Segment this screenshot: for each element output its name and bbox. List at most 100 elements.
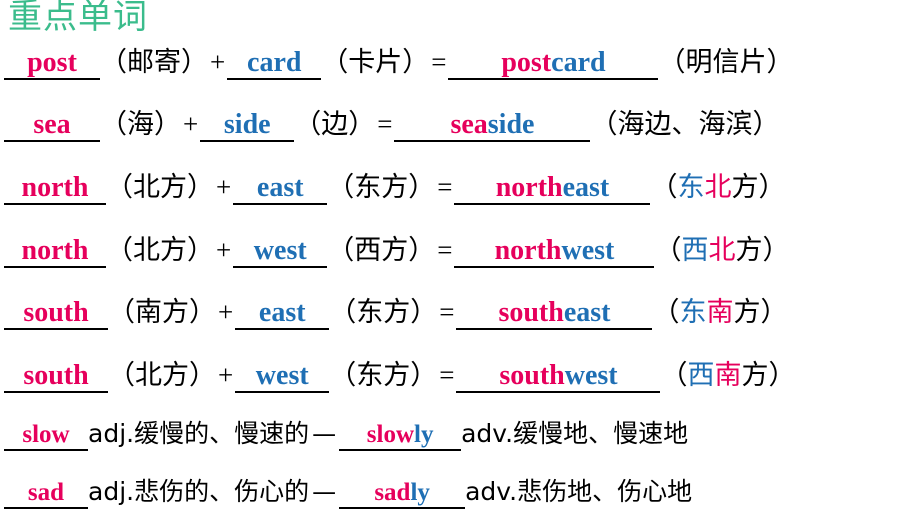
slide-canvas: 重点单词 post （邮寄） + card （卡片） = postcard （明… <box>0 0 920 517</box>
blank-word2-northwest[interactable]: west <box>233 236 328 269</box>
blank-word1-northwest[interactable]: north <box>4 236 106 269</box>
gloss-word1-slowly: 缓慢的、慢速的 <box>134 419 310 448</box>
result-part-a-slowly: slow <box>366 421 414 448</box>
result-part-a-southeast: south <box>498 297 564 328</box>
blank-result-northwest[interactable]: northwest <box>454 235 655 269</box>
blank-result-northeast[interactable]: northeast <box>454 172 651 206</box>
gloss-char3-northwest: 方 <box>735 235 763 265</box>
blank-word1-slowly[interactable]: slow <box>4 421 88 452</box>
plus-sign-northwest: + <box>216 235 232 265</box>
blank-word2-southeast[interactable]: east <box>235 298 330 331</box>
result-part-a-seaside: sea <box>450 109 488 140</box>
gloss-word1-southwest: （北方） <box>108 360 216 390</box>
result-part-b-slowly: ly <box>414 421 434 448</box>
plus-sign-southwest: + <box>218 360 234 390</box>
pos-word1-slowly: adj. <box>88 419 135 448</box>
gloss-result-sadly: 悲伤地、伤心地 <box>517 477 693 506</box>
gloss-word2-southeast: （东方） <box>329 297 438 327</box>
blank-word1-postcard[interactable]: post <box>4 48 100 81</box>
result-part-b-postcard: card <box>551 47 606 78</box>
blank-word1-southwest[interactable]: south <box>4 361 108 394</box>
blank-result-sadly[interactable]: sadly <box>339 479 466 510</box>
blank-result-slowly[interactable]: slowly <box>339 421 462 452</box>
gloss-word2-seaside: （边） <box>294 109 376 139</box>
result-part-a-sadly: sad <box>374 479 411 506</box>
gloss-word1-seaside: （海） <box>100 109 181 139</box>
result-part-a-southwest: south <box>499 360 565 391</box>
equals-sign-postcard: = <box>431 47 447 77</box>
word-row-northeast: north （北方） + east （东方） = northeast （东北方） <box>0 165 920 206</box>
pos-result-sadly: adv. <box>465 477 518 506</box>
blank-word2-northeast[interactable]: east <box>233 173 328 206</box>
equals-sign-southwest: = <box>439 360 455 390</box>
gloss-char2-northwest: 北 <box>708 235 736 265</box>
gloss-word2-northeast: （东方） <box>327 172 436 202</box>
equals-sign-northwest: = <box>437 235 453 265</box>
result-part-a-northwest: north <box>494 235 562 266</box>
pos-word1-sadly: adj. <box>88 477 135 506</box>
gloss-result-slowly: 缓慢地、慢速地 <box>513 419 689 448</box>
word-row-sadly: sad adj. 悲伤的、伤心的 — sadly adv. 悲伤地、伤心地 <box>0 472 920 510</box>
gloss-word2-northwest: （西方） <box>327 235 436 265</box>
blank-word2-southwest[interactable]: west <box>235 361 330 394</box>
blank-word2-seaside[interactable]: side <box>200 110 295 143</box>
gloss-word1-northeast: （北方） <box>106 172 214 202</box>
word-row-southwest: south （北方） + west （东方） = southwest （西南方） <box>0 353 920 394</box>
paren-close-northwest: ） <box>762 235 790 265</box>
dash-slowly: — <box>312 420 337 448</box>
gloss-char3-southeast: 方 <box>733 297 761 327</box>
gloss-word2-postcard: （卡片） <box>321 47 430 77</box>
equals-sign-seaside: = <box>377 109 393 139</box>
word-row-northwest: north （北方） + west （西方） = northwest （西北方） <box>0 228 920 269</box>
gloss-char3-southwest: 方 <box>741 360 769 390</box>
gloss-char1-southeast: 东 <box>679 297 707 327</box>
gloss-word1-southeast: （南方） <box>108 297 216 327</box>
equals-sign-northeast: = <box>437 172 453 202</box>
gloss-word2-southwest: （东方） <box>329 360 438 390</box>
blank-word1-seaside[interactable]: sea <box>4 110 100 143</box>
blank-word1-northeast[interactable]: north <box>4 173 106 206</box>
gloss-word1-postcard: （邮寄） <box>100 47 208 77</box>
gloss-result-seaside: （海边、海滨） <box>590 109 780 139</box>
word-row-southeast: south （南方） + east （东方） = southeast （东南方） <box>0 290 920 331</box>
gloss-char3-northeast: 方 <box>731 172 759 202</box>
gloss-word1-sadly: 悲伤的、伤心的 <box>134 477 310 506</box>
gloss-char1-southwest: 西 <box>687 360 715 390</box>
blank-word1-sadly[interactable]: sad <box>4 479 88 510</box>
gloss-result-northeast: （东北方） <box>650 165 785 204</box>
result-part-b-seaside: side <box>487 109 535 140</box>
word-row-postcard: post （邮寄） + card （卡片） = postcard （明信片） <box>0 40 920 81</box>
gloss-char2-southeast: 南 <box>706 297 734 327</box>
gloss-char2-southwest: 南 <box>714 360 742 390</box>
gloss-char2-northeast: 北 <box>704 172 732 202</box>
gloss-result-northwest: （西北方） <box>654 228 789 267</box>
paren-close-southwest: ） <box>768 360 796 390</box>
word-row-seaside: sea （海） + side （边） = seaside （海边、海滨） <box>0 102 920 143</box>
blank-result-southeast[interactable]: southeast <box>456 297 653 331</box>
blank-word1-southeast[interactable]: south <box>4 298 108 331</box>
plus-sign-postcard: + <box>210 47 226 77</box>
plus-sign-northeast: + <box>216 172 232 202</box>
pos-result-slowly: adv. <box>461 419 514 448</box>
dash-sadly: — <box>312 478 337 506</box>
plus-sign-seaside: + <box>183 109 199 139</box>
paren-open-southeast: （ <box>652 297 680 327</box>
result-part-a-northeast: north <box>495 172 563 203</box>
result-part-b-sadly: ly <box>410 479 430 506</box>
paren-close-southeast: ） <box>760 297 788 327</box>
gloss-char1-northeast: 东 <box>677 172 705 202</box>
paren-open-southwest: （ <box>660 360 688 390</box>
gloss-result-southwest: （西南方） <box>660 353 795 392</box>
blank-word2-postcard[interactable]: card <box>227 48 322 81</box>
gloss-result-postcard: （明信片） <box>658 47 794 77</box>
word-row-slowly: slow adj. 缓慢的、慢速的 — slowly adv. 缓慢地、慢速地 <box>0 414 920 452</box>
blank-result-postcard[interactable]: postcard <box>448 47 659 81</box>
equals-sign-southeast: = <box>439 297 455 327</box>
result-part-b-northwest: west <box>561 235 615 266</box>
blank-result-southwest[interactable]: southwest <box>456 360 661 394</box>
blank-result-seaside[interactable]: seaside <box>394 109 591 143</box>
gloss-word1-northwest: （北方） <box>106 235 214 265</box>
result-part-b-northeast: east <box>562 172 610 203</box>
page-title: 重点单词 <box>8 0 148 36</box>
result-part-b-southwest: west <box>564 360 618 391</box>
